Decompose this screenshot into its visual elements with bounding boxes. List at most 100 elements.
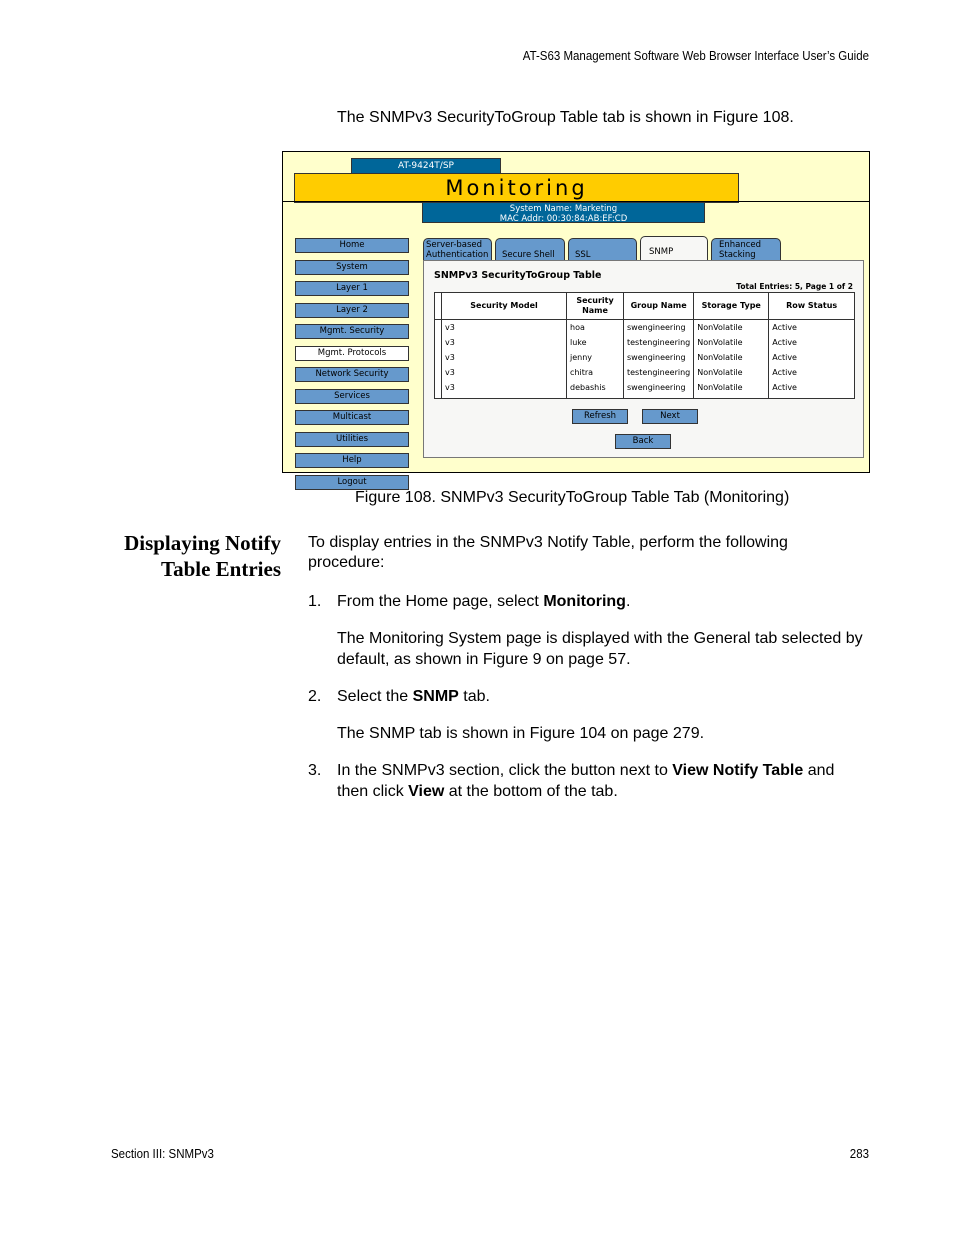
table-row[interactable]: v3 luke testengineering NonVolatile Acti… — [435, 335, 855, 350]
cell-row-status: Active — [768, 380, 855, 399]
tab-server-based-authentication[interactable]: Server-based Authentication — [423, 238, 492, 260]
step-text: Select the SNMP tab. — [337, 686, 868, 707]
row-selector[interactable] — [435, 320, 442, 336]
step-number: 2. — [308, 688, 322, 705]
table-row[interactable]: v3 chitra testengineering NonVolatile Ac… — [435, 365, 855, 380]
heading-line: Table Entries — [161, 557, 281, 581]
cell-storage-type: NonVolatile — [693, 319, 769, 335]
cell-security-model: v3 — [441, 335, 567, 350]
cell-group-name: swengineering — [622, 380, 694, 399]
nav-network-security[interactable]: Network Security — [295, 367, 409, 382]
cell-row-status: Active — [768, 350, 855, 365]
nav-system[interactable]: System — [295, 259, 409, 275]
cell-row-status: Active — [768, 335, 855, 350]
step-text-pre: Select the — [337, 688, 413, 705]
nav-utilities[interactable]: Utilities — [295, 431, 409, 447]
col-group-name: Group Name — [622, 292, 694, 320]
system-info: System Name: Marketing MAC Addr: 00:30:8… — [422, 202, 705, 224]
system-name: System Name: Marketing — [509, 204, 618, 214]
tab-snmp[interactable]: SNMP — [640, 236, 708, 260]
step-emphasis: Monitoring — [543, 593, 626, 610]
cell-security-name: luke — [566, 335, 624, 350]
back-button[interactable]: Back — [615, 434, 671, 449]
step-emphasis: View Notify Table — [672, 762, 804, 779]
footer-section: Section III: SNMPv3 — [111, 1147, 214, 1161]
refresh-button[interactable]: Refresh — [572, 409, 628, 424]
nav-mgmt-security[interactable]: Mgmt. Security — [295, 324, 409, 339]
section-heading: Displaying Notify Table Entries — [100, 530, 281, 582]
nav-home[interactable]: Home — [295, 238, 409, 253]
heading-line: Displaying Notify — [124, 531, 281, 555]
tab-secure-shell[interactable]: Secure Shell — [495, 238, 565, 260]
nav-services[interactable]: Services — [295, 388, 409, 404]
cell-row-status: Active — [768, 365, 855, 380]
col-security-model: Security Model — [441, 292, 567, 320]
tab-label: Stacking — [719, 250, 756, 260]
cell-group-name: testengineering — [622, 335, 694, 350]
step-3: 3. In the SNMPv3 section, click the butt… — [308, 760, 868, 802]
row-selector[interactable] — [435, 380, 442, 399]
table-header-row: Security Model Security Name Group Name … — [434, 292, 855, 320]
cell-storage-type: NonVolatile — [693, 335, 769, 350]
nav-mgmt-protocols[interactable]: Mgmt. Protocols — [295, 345, 409, 361]
cell-storage-type: NonVolatile — [693, 350, 769, 365]
figure-screenshot: AT-9424T/SP Monitoring System Name: Mark… — [282, 151, 870, 490]
running-header: AT-S63 Management Software Web Browser I… — [522, 49, 869, 63]
row-selector[interactable] — [435, 365, 442, 380]
cell-storage-type: NonVolatile — [693, 365, 769, 380]
row-selector[interactable] — [435, 350, 442, 365]
nav-logout[interactable]: Logout — [295, 474, 409, 490]
step-2: 2. Select the SNMP tab. — [308, 686, 868, 707]
cell-group-name: swengineering — [622, 319, 694, 335]
cell-security-name: debashis — [566, 380, 624, 399]
section-intro: To display entries in the SNMPv3 Notify … — [308, 534, 788, 571]
step-text: From the Home page, select Monitoring. — [337, 591, 868, 612]
col-storage-type: Storage Type — [693, 292, 769, 320]
table-row[interactable]: v3 debashis swengineering NonVolatile Ac… — [435, 380, 855, 399]
table-row[interactable]: v3 hoa swengineering NonVolatile Active — [435, 319, 855, 336]
step-2-note: The SNMP tab is shown in Figure 104 on p… — [337, 725, 705, 742]
cell-security-name: chitra — [566, 365, 624, 380]
row-selector[interactable] — [435, 335, 442, 350]
security-to-group-table: Security Model Security Name Group Name … — [434, 292, 855, 399]
next-button[interactable]: Next — [642, 409, 698, 424]
tab-label: Enhanced — [719, 240, 762, 250]
cell-group-name: testengineering — [622, 365, 694, 380]
nav-layer-2[interactable]: Layer 2 — [295, 302, 409, 318]
nav-layer-1[interactable]: Layer 1 — [295, 281, 409, 296]
cell-security-model: v3 — [441, 380, 567, 399]
cell-security-name: hoa — [566, 319, 624, 335]
nav-multicast[interactable]: Multicast — [295, 410, 409, 425]
col-row-status: Row Status — [768, 292, 855, 320]
tab-enhanced-stacking[interactable]: Enhanced Stacking — [711, 238, 781, 260]
col-security-name: Security Name — [566, 292, 624, 320]
cell-security-model: v3 — [441, 319, 567, 335]
step-number: 1. — [308, 593, 322, 610]
table-row[interactable]: v3 jenny swengineering NonVolatile Activ… — [435, 350, 855, 365]
page-number: 283 — [849, 1147, 869, 1161]
tab-label: Authentication — [426, 250, 489, 260]
cell-row-status: Active — [768, 319, 855, 335]
cell-security-name: jenny — [566, 350, 624, 365]
step-text-post: tab. — [458, 688, 490, 705]
step-emphasis: SNMP — [412, 688, 459, 705]
monitoring-banner: Monitoring — [294, 173, 739, 203]
nav-help[interactable]: Help — [295, 453, 409, 468]
panel-title: SNMPv3 SecurityToGroup Table — [434, 270, 602, 281]
step-text-post: at the bottom of the tab. — [444, 783, 618, 800]
step-text-pre: From the Home page, select — [337, 593, 544, 610]
step-number: 3. — [308, 762, 322, 779]
step-emphasis: View — [408, 783, 445, 800]
cell-security-model: v3 — [441, 350, 567, 365]
tab-panel: SNMPv3 SecurityToGroup Table Total Entri… — [423, 260, 864, 458]
step-text-pre: In the SNMPv3 section, click the button … — [337, 762, 673, 779]
intro-text: The SNMPv3 SecurityToGroup Table tab is … — [337, 109, 794, 126]
cell-storage-type: NonVolatile — [693, 380, 769, 399]
total-entries: Total Entries: 5, Page 1 of 2 — [736, 282, 853, 291]
cell-group-name: swengineering — [622, 350, 694, 365]
tab-ssl[interactable]: SSL — [568, 238, 637, 260]
figure-caption: Figure 108. SNMPv3 SecurityToGroup Table… — [355, 489, 790, 506]
step-text-post: . — [625, 593, 631, 610]
nav-menu: Home System Layer 1 Layer 2 Mgmt. Securi… — [295, 238, 409, 496]
select-column-header — [434, 292, 442, 320]
